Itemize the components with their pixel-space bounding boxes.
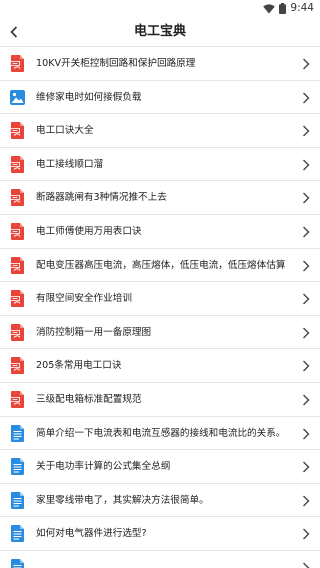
- back-arrow-icon: [10, 23, 18, 42]
- pdf-file-icon: [10, 122, 25, 140]
- list-item-label: 关于电功率计算的公式集全总纲: [36, 461, 171, 473]
- chevron-right-icon: [302, 495, 310, 507]
- list-item[interactable]: 简单介绍一下电流表和电流互感器的接线和电流比的关系。: [0, 415, 320, 450]
- list-item[interactable]: [0, 549, 320, 568]
- list-item[interactable]: 关于电功率计算的公式集全总纲: [0, 449, 320, 483]
- list-item-label: 家里零线带电了，其实解决方法很简单。: [36, 494, 209, 506]
- list-item[interactable]: 电工口诀大全: [0, 113, 320, 147]
- status-indicators: 9:44: [263, 2, 314, 15]
- list-item[interactable]: 维修家电时如何接假负载: [0, 79, 320, 114]
- list-item-label: 维修家电时如何接假负载: [36, 91, 142, 103]
- list-item[interactable]: 三级配电箱标准配置规范: [0, 381, 320, 416]
- page-title: 电工宝典: [133, 24, 186, 39]
- list-item[interactable]: 电工接线顺口溜: [0, 146, 320, 181]
- chevron-right-icon: [302, 360, 310, 372]
- document-file-icon: [10, 491, 25, 509]
- list-item-label: 电工口诀大全: [36, 125, 94, 137]
- list-item-label: 205条常用电工口诀: [36, 360, 122, 372]
- pdf-file-icon: [10, 55, 25, 72]
- chevron-right-icon: [302, 327, 310, 339]
- list-item[interactable]: 家里零线带电了，其实解决方法很简单。: [0, 482, 320, 517]
- list-item-label: 电工接线顺口溜: [36, 158, 104, 170]
- image-file-icon: [10, 89, 25, 106]
- chevron-right-icon: [302, 125, 310, 137]
- chevron-right-icon: [302, 260, 310, 272]
- status-bar: 9:44: [0, 0, 320, 17]
- list-item[interactable]: 有限空间安全作业培训: [0, 281, 320, 315]
- pdf-file-icon: [10, 222, 25, 240]
- pdf-file-icon: [10, 155, 25, 173]
- chevron-right-icon: [302, 461, 310, 473]
- document-file-icon: [10, 458, 25, 476]
- status-time: 9:44: [290, 2, 314, 14]
- chevron-right-icon: [302, 293, 310, 305]
- pdf-file-icon: [10, 256, 25, 274]
- chevron-right-icon: [302, 394, 310, 406]
- list-item-label: 消防控制箱一用一备原理图: [36, 326, 152, 338]
- list-item-label: [36, 551, 298, 568]
- battery-icon: [279, 3, 287, 14]
- chevron-right-icon: [302, 528, 310, 540]
- list-item-label: 配电变压器高压电流，高压熔体，低压电流，低压熔体估算: [36, 259, 286, 271]
- list-item[interactable]: 如何对电气器件进行选型?: [0, 516, 320, 550]
- pdf-file-icon: [10, 357, 25, 375]
- list-item[interactable]: 10KV开关柜控制回路和保护回路原理: [0, 46, 320, 80]
- chevron-right-icon: [302, 428, 310, 440]
- pdf-file-icon: [10, 323, 25, 341]
- list-item[interactable]: 电工师傅使用万用表口诀: [0, 213, 320, 248]
- chevron-right-icon: [302, 92, 310, 104]
- pdf-file-icon: [10, 290, 25, 308]
- pdf-file-icon: [10, 189, 25, 207]
- chevron-right-icon: [302, 226, 310, 238]
- pdf-file-icon: [10, 390, 25, 408]
- list-item-label: 三级配电箱标准配置规范: [36, 393, 142, 405]
- list-item-label: 有限空间安全作业培训: [36, 293, 132, 305]
- list-item[interactable]: 配电变压器高压电流，高压熔体，低压电流，低压熔体估算: [0, 247, 320, 282]
- list-item-label: 断路器跳闸有3种情况推不上去: [36, 192, 167, 204]
- document-file-icon: [10, 558, 25, 568]
- chevron-right-icon: [302, 562, 310, 568]
- article-list: 10KV开关柜控制回路和保护回路原理 维修家电时如何接假负载 电工口诀大全 电工接线顺…: [0, 46, 320, 568]
- back-button[interactable]: [4, 22, 24, 42]
- chevron-right-icon: [302, 159, 310, 171]
- app-bar: 电工宝典: [0, 17, 320, 46]
- list-item[interactable]: 消防控制箱一用一备原理图: [0, 314, 320, 349]
- list-item-label: 10KV开关柜控制回路和保护回路原理: [36, 58, 196, 69]
- list-item-label: 电工师傅使用万用表口诀: [36, 225, 142, 237]
- chevron-right-icon: [302, 192, 310, 204]
- document-file-icon: [10, 525, 25, 543]
- chevron-right-icon: [302, 58, 310, 70]
- document-file-icon: [10, 424, 25, 442]
- list-item-label: 简单介绍一下电流表和电流互感器的接线和电流比的关系。: [36, 427, 286, 439]
- list-item[interactable]: 205条常用电工口诀: [0, 348, 320, 382]
- list-item-label: 如何对电气器件进行选型?: [36, 528, 147, 540]
- wifi-icon: [263, 3, 276, 14]
- list-item[interactable]: 断路器跳闸有3种情况推不上去: [0, 180, 320, 214]
